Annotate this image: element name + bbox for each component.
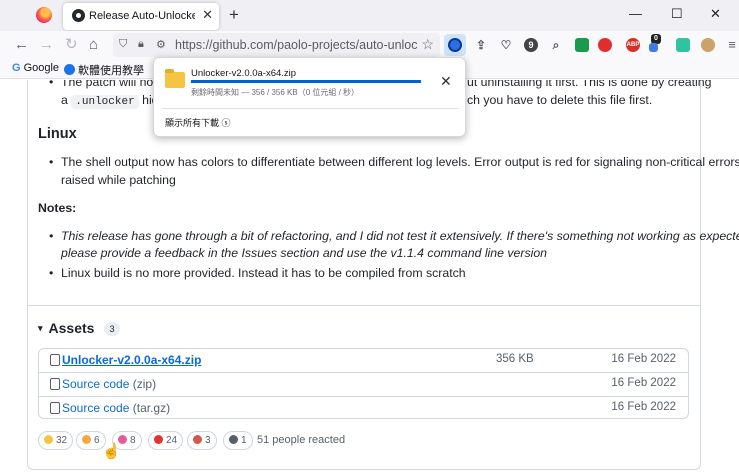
bookmark-tutorial[interactable]: 軟體使用教學	[64, 62, 144, 78]
asset-link[interactable]: Unlocker-v2.0.0a-x64.zip	[62, 353, 201, 367]
cancel-download-button[interactable]: ✕	[440, 74, 452, 88]
asset-row: Source code (tar.gz) 16 Feb 2022	[39, 396, 688, 419]
release-page: The patch will no lo ut uninstalling it …	[0, 80, 739, 476]
firefox-view-icon[interactable]	[36, 7, 52, 23]
download-progress-icon	[448, 38, 462, 52]
stripes-extension-icon[interactable]	[676, 38, 690, 52]
asset-row: Unlocker-v2.0.0a-x64.zip 356 KB 16 Feb 2…	[39, 349, 688, 372]
toolbar-extension-icon[interactable]	[649, 43, 658, 52]
file-zip-icon	[50, 378, 60, 390]
avatar-extension-icon[interactable]	[701, 38, 715, 52]
tab-title: Release Auto-Unlocker v2.0.0a	[89, 10, 195, 22]
google-icon: G	[12, 62, 21, 74]
maximize-button[interactable]: ☐	[671, 6, 683, 22]
note-refactoring-line1: This release has gone through a bit of r…	[49, 228, 739, 245]
download-filename[interactable]: Unlocker-v2.0.0a-x64.zip	[191, 68, 296, 79]
url-text[interactable]: https://github.com/paolo-projects/auto-u…	[175, 38, 417, 52]
assets-count-badge: 3	[104, 322, 120, 336]
hand-cursor-icon: ☝	[102, 443, 121, 460]
windows-note-line2: a .unlocker hidd	[61, 92, 165, 111]
back-button[interactable]: ←	[14, 36, 29, 54]
windows-note-line2-end: ch you have to delete this file first.	[467, 93, 653, 107]
asset-link[interactable]: Source code (zip)	[62, 377, 156, 391]
laugh-icon	[82, 435, 91, 444]
tab-close-icon[interactable]: ✕	[202, 8, 213, 22]
reaction-eyes[interactable]: 1	[223, 431, 253, 450]
bookmark-star-icon[interactable]: ☆	[421, 36, 434, 53]
linux-heading: Linux	[38, 126, 77, 142]
unlocker-code: .unlocker	[71, 95, 139, 109]
minimize-button[interactable]: —	[629, 6, 642, 21]
windows-note-line1: The patch will no lo	[49, 80, 166, 91]
bookmark-google[interactable]: G Google	[12, 62, 59, 74]
assets-divider	[28, 305, 700, 306]
reaction-thumbs-up[interactable]: 32	[38, 431, 74, 450]
file-zip-icon	[50, 402, 60, 414]
zip-file-icon	[165, 69, 185, 88]
assets-toggle[interactable]: ▾ Assets	[38, 320, 94, 336]
shield-icon[interactable]: ⛉	[119, 38, 127, 51]
pocket-icon[interactable]: ♡	[499, 38, 513, 52]
assets-list: Unlocker-v2.0.0a-x64.zip 356 KB 16 Feb 2…	[38, 348, 689, 419]
panel-divider	[162, 108, 459, 109]
heart-icon	[154, 435, 163, 444]
globe-icon	[64, 64, 75, 75]
adblock-plus-icon[interactable]: ABP	[626, 38, 640, 52]
browser-tab[interactable]: Release Auto-Unlocker v2.0.0a ✕	[63, 3, 219, 30]
github-favicon-icon	[72, 9, 85, 22]
reaction-rocket[interactable]: 3	[187, 431, 217, 450]
downloads-button[interactable]	[444, 34, 466, 56]
thumbs-up-icon	[44, 435, 53, 444]
asset-size: 356 KB	[496, 353, 534, 365]
rocket-icon	[193, 435, 202, 444]
show-all-downloads-link[interactable]: 顯示所有下載 ⓢ	[165, 116, 231, 129]
package-icon	[50, 354, 60, 366]
reload-button[interactable]: ↻	[65, 36, 78, 54]
eyes-icon	[229, 435, 238, 444]
asset-date: 16 Feb 2022	[611, 401, 676, 413]
linux-note-line2: raised while patching	[61, 173, 176, 187]
menu-icon[interactable]: ≡	[726, 38, 738, 52]
extension-badge-icon[interactable]: 9	[524, 38, 538, 52]
assets-heading: Assets	[48, 320, 95, 336]
permissions-icon[interactable]: ⚙	[156, 38, 166, 51]
share-icon[interactable]: ⇪	[474, 38, 488, 52]
navigation-toolbar: ← → ↻ ⌂ ⛉ 🔒︎ ⚙ https://github.com/paolo-…	[0, 31, 739, 59]
lock-icon[interactable]: 🔒︎	[138, 38, 144, 51]
download-status: 剩餘時間未知 — 356 / 356 KB（0 位元組 / 秒）	[191, 88, 360, 97]
forward-button[interactable]: →	[39, 36, 54, 54]
new-tab-button[interactable]: +	[229, 5, 239, 25]
note-refactoring-line2: please provide a feedback in the Issues …	[61, 246, 548, 260]
asset-link[interactable]: Source code (tar.gz)	[62, 401, 170, 415]
linux-note-line1: The shell output now has colors to diffe…	[49, 154, 739, 171]
address-bar[interactable]: ⛉ 🔒︎ ⚙ https://github.com/paolo-projects…	[113, 33, 440, 57]
sheets-extension-icon[interactable]	[575, 38, 589, 52]
tab-strip: Release Auto-Unlocker v2.0.0a ✕ + — ☐ ✕	[0, 0, 739, 31]
windows-note-line1-end: ut uninstalling it first. This is done b…	[467, 80, 712, 89]
reaction-heart[interactable]: 24	[148, 431, 184, 450]
extension-icon[interactable]: ⌕	[549, 38, 563, 52]
close-window-button[interactable]: ✕	[710, 6, 721, 22]
caret-down-icon: ▾	[38, 323, 43, 333]
asset-date: 16 Feb 2022	[611, 377, 676, 389]
notes-heading: Notes:	[38, 201, 77, 215]
home-button[interactable]: ⌂	[89, 36, 98, 54]
reactions-summary: 51 people reacted	[257, 434, 346, 446]
note-linux-build: Linux build is no more provided. Instead…	[49, 265, 466, 282]
download-progress-bar	[191, 80, 421, 83]
asset-row: Source code (zip) 16 Feb 2022	[39, 372, 688, 395]
asset-date: 16 Feb 2022	[611, 353, 676, 365]
downloads-panel: Unlocker-v2.0.0a-x64.zip 剩餘時間未知 — 356 / …	[153, 57, 466, 137]
